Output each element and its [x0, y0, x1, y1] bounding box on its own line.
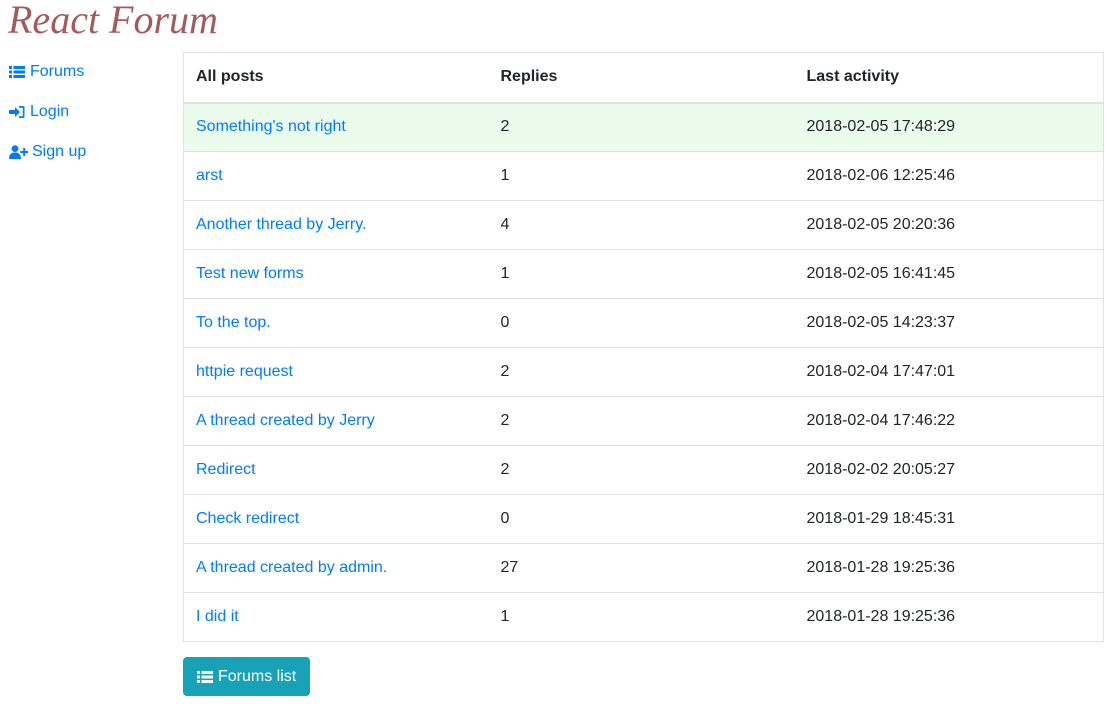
replies-count: 2: [488, 102, 795, 152]
last-activity-timestamp: 2018-01-28 19:25:36: [794, 543, 1104, 593]
last-activity-timestamp: 2018-02-05 17:48:29: [794, 102, 1104, 152]
table-row: A thread created by admin. 27 2018-01-28 1…: [183, 543, 1104, 593]
sign-in-icon: [9, 104, 27, 120]
replies-count: 4: [488, 200, 795, 250]
last-activity-timestamp: 2018-02-02 20:05:27: [794, 445, 1104, 495]
replies-count: 1: [488, 151, 795, 201]
post-title-link[interactable]: Redirect: [196, 461, 256, 478]
post-title-cell: arst: [183, 151, 489, 201]
table-row: Something's not right 2 2018-02-05 17:48:2…: [183, 102, 1104, 152]
sidebar-item-login[interactable]: Login: [9, 100, 169, 124]
user-plus-icon: [9, 144, 29, 160]
forums-list-label: Forums list: [218, 667, 297, 685]
last-activity-timestamp: 2018-02-06 12:25:46: [794, 151, 1104, 201]
post-title-cell: I did it: [183, 592, 489, 642]
post-title-cell: Redirect: [183, 445, 489, 495]
post-title-link[interactable]: A thread created by Jerry: [196, 412, 375, 429]
post-title-link[interactable]: A thread created by admin.: [196, 559, 387, 576]
post-title-link[interactable]: I did it: [196, 608, 239, 625]
replies-count: 2: [488, 445, 795, 495]
post-title-link[interactable]: arst: [196, 167, 223, 184]
replies-count: 2: [488, 347, 795, 397]
replies-count: 1: [488, 592, 795, 642]
last-activity-timestamp: 2018-01-29 18:45:31: [794, 494, 1104, 544]
post-title-link[interactable]: Something's not right: [196, 118, 346, 135]
replies-count: 2: [488, 396, 795, 446]
table-row: arst 1 2018-02-06 12:25:46: [183, 151, 1104, 201]
last-activity-timestamp: 2018-02-04 17:47:01: [794, 347, 1104, 397]
table-row: To the top. 0 2018-02-05 14:23:37: [183, 298, 1104, 348]
posts-table: All posts Replies Last activity Somethin…: [183, 52, 1104, 642]
post-title-cell: Check redirect: [183, 494, 489, 544]
sidebar-item-label: Forums: [30, 63, 85, 80]
post-title-link[interactable]: Test new forms: [196, 265, 304, 282]
table-header-row: All posts Replies Last activity: [183, 52, 1104, 104]
last-activity-timestamp: 2018-02-05 14:23:37: [794, 298, 1104, 348]
sidebar-item-forums[interactable]: Forums: [9, 60, 169, 84]
post-title-cell: Another thread by Jerry.: [183, 200, 489, 250]
post-title-link[interactable]: Another thread by Jerry.: [196, 216, 366, 233]
post-title-cell: httpie request: [183, 347, 489, 397]
sidebar-nav: Forums Login Sign up: [9, 60, 169, 180]
sidebar-item-label: Login: [30, 103, 70, 120]
post-title-cell: A thread created by admin.: [183, 543, 489, 593]
replies-count: 0: [488, 494, 795, 544]
site-title: React Forum: [8, 0, 218, 42]
last-activity-timestamp: 2018-02-05 20:20:36: [794, 200, 1104, 250]
sidebar-item-label: Sign up: [32, 143, 87, 160]
column-header-last-activity: Last activity: [794, 52, 1104, 104]
table-row: Another thread by Jerry. 4 2018-02-05 20:2…: [183, 200, 1104, 250]
table-row: httpie request 2 2018-02-04 17:47:01: [183, 347, 1104, 397]
list-icon: [9, 64, 27, 80]
last-activity-timestamp: 2018-01-28 19:25:36: [794, 592, 1104, 642]
table-row: A thread created by Jerry 2 2018-02-04 17:…: [183, 396, 1104, 446]
column-header-all-posts: All posts: [183, 52, 489, 104]
posts-table-container: All posts Replies Last activity Somethin…: [183, 52, 1104, 642]
post-title-link[interactable]: To the top.: [196, 314, 271, 331]
last-activity-timestamp: 2018-02-05 16:41:45: [794, 249, 1104, 299]
post-title-cell: Test new forms: [183, 249, 489, 299]
table-row: Redirect 2 2018-02-02 20:05:27: [183, 445, 1104, 495]
last-activity-timestamp: 2018-02-04 17:46:22: [794, 396, 1104, 446]
post-title-link[interactable]: httpie request: [196, 363, 293, 380]
table-row: Test new forms 1 2018-02-05 16:41:45: [183, 249, 1104, 299]
forums-list-button[interactable]: Forums list: [183, 657, 311, 696]
replies-count: 0: [488, 298, 795, 348]
post-title-cell: To the top.: [183, 298, 489, 348]
replies-count: 27: [488, 543, 795, 593]
post-title-cell: Something's not right: [183, 102, 489, 152]
post-title-link[interactable]: Check redirect: [196, 510, 299, 527]
post-title-cell: A thread created by Jerry: [183, 396, 489, 446]
sidebar-item-signup[interactable]: Sign up: [9, 140, 169, 164]
column-header-replies: Replies: [488, 52, 795, 104]
replies-count: 1: [488, 249, 795, 299]
list-icon: [197, 670, 213, 684]
table-row: Check redirect 0 2018-01-29 18:45:31: [183, 494, 1104, 544]
table-row: I did it 1 2018-01-28 19:25:36: [183, 592, 1104, 642]
